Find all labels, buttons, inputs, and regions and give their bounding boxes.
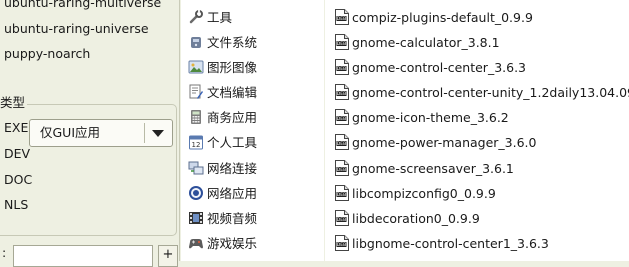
category-item[interactable]: 文件系统	[181, 30, 324, 55]
category-label: 视频音频	[207, 210, 258, 226]
deb-package-icon: DEB	[335, 159, 349, 176]
tools-icon	[188, 9, 204, 25]
deb-package-icon: DEB	[335, 34, 349, 51]
package-label: gnome-icon-theme_3.6.2	[352, 110, 509, 126]
category-item[interactable]: 12 个人工具	[181, 130, 324, 155]
deb-package-icon: DEB	[335, 109, 349, 126]
category-label: 图形图像	[207, 60, 258, 76]
repo-item[interactable]: ubuntu-raring-universe	[0, 16, 177, 42]
search-label: :	[2, 245, 7, 260]
multimedia-icon	[188, 210, 204, 226]
category-item[interactable]: 网络应用	[181, 181, 324, 206]
combo-separator	[144, 123, 145, 143]
deb-package-icon: DEB	[335, 134, 349, 151]
svg-text:DEB: DEB	[337, 66, 346, 72]
repo-list: ubuntu-raring-multiverse ubuntu-raring-u…	[0, 0, 177, 67]
chevron-down-icon[interactable]	[152, 130, 164, 137]
package-item[interactable]: DEB gnome-control-center_3.6.3	[325, 55, 629, 80]
category-item[interactable]: 图形图像	[181, 55, 324, 80]
package-panel: DEB compiz-plugins-default_0.9.9 DEB gno…	[325, 0, 629, 261]
package-label: gnome-calculator_3.8.1	[352, 35, 500, 51]
category-label: 游戏娱乐	[207, 235, 258, 251]
deb-package-icon: DEB	[335, 84, 349, 101]
package-label: libgnome-control-center1_3.6.3	[352, 235, 549, 251]
category-label: 商务应用	[207, 110, 258, 126]
deb-package-icon: DEB	[335, 9, 349, 25]
package-list: DEB compiz-plugins-default_0.9.9 DEB gno…	[325, 5, 629, 256]
package-label: gnome-control-center-unity_1.2daily13.04…	[352, 85, 629, 101]
category-item[interactable]: 工具	[181, 5, 324, 30]
category-item[interactable]: 商务应用	[181, 105, 324, 130]
category-label: 文档编辑	[207, 85, 258, 101]
repo-item[interactable]: ubuntu-raring-multiverse	[0, 0, 177, 16]
package-item[interactable]: DEB libcompizconfig0_0.9.9	[325, 181, 629, 206]
svg-text:DEB: DEB	[337, 117, 346, 123]
category-label: 网络应用	[207, 185, 258, 201]
svg-text:DEB: DEB	[337, 16, 346, 22]
svg-text:12: 12	[192, 141, 201, 149]
package-item[interactable]: DEB libdecoration0_0.9.9	[325, 206, 629, 231]
network-icon	[188, 160, 204, 176]
package-item[interactable]: DEB gnome-calculator_3.8.1	[325, 30, 629, 55]
type-dev-label[interactable]: DEV	[4, 142, 30, 166]
category-list: 工具 文件系统 图形图像 文档编辑 商务应用 12 个人工具 网络连接 网络应用…	[181, 5, 324, 256]
svg-text:DEB: DEB	[337, 41, 346, 47]
category-item[interactable]: 文档编辑	[181, 80, 324, 105]
add-button[interactable]: +	[158, 245, 178, 267]
category-label: 个人工具	[207, 135, 258, 151]
category-label: 文件系统	[207, 35, 258, 51]
svg-text:DEB: DEB	[337, 91, 346, 97]
package-item[interactable]: DEB gnome-power-manager_3.6.0	[325, 130, 629, 155]
deb-package-icon: DEB	[335, 59, 349, 76]
package-item[interactable]: DEB gnome-control-center-unity_1.2daily1…	[325, 80, 629, 105]
package-item[interactable]: DEB compiz-plugins-default_0.9.9	[325, 5, 629, 30]
package-label: gnome-screensaver_3.6.1	[352, 160, 514, 176]
package-label: compiz-plugins-default_0.9.9	[352, 10, 533, 25]
category-item[interactable]: 游戏娱乐	[181, 231, 324, 256]
svg-text:DEB: DEB	[337, 192, 346, 198]
document-icon	[188, 84, 204, 100]
package-label: libcompizconfig0_0.9.9	[352, 185, 496, 201]
filter-combo-value: 仅GUI应用	[40, 125, 101, 140]
filter-combo[interactable]: 仅GUI应用	[29, 119, 173, 147]
package-item[interactable]: DEB libgnome-control-center1_3.6.3	[325, 231, 629, 256]
category-label: 工具	[207, 10, 233, 25]
calendar-icon: 12	[188, 134, 204, 150]
deb-package-icon: DEB	[335, 209, 349, 226]
type-nls-label[interactable]: NLS	[4, 193, 28, 217]
package-label: gnome-control-center_3.6.3	[352, 60, 526, 76]
deb-package-icon: DEB	[335, 184, 349, 201]
pane-divider[interactable]	[179, 0, 180, 261]
calculator-icon	[188, 109, 204, 125]
category-panel: 工具 文件系统 图形图像 文档编辑 商务应用 12 个人工具 网络连接 网络应用…	[181, 0, 324, 261]
search-input[interactable]	[13, 245, 153, 267]
filesystem-icon	[188, 34, 204, 50]
package-label: libdecoration0_0.9.9	[352, 210, 480, 226]
category-item[interactable]: 网络连接	[181, 156, 324, 181]
type-exe-label[interactable]: EXE	[4, 116, 28, 140]
left-panel: ubuntu-raring-multiverse ubuntu-raring-u…	[0, 0, 178, 267]
internet-icon	[188, 185, 204, 201]
graphics-icon	[188, 59, 204, 75]
games-icon	[188, 235, 204, 251]
package-item[interactable]: DEB gnome-screensaver_3.6.1	[325, 156, 629, 181]
svg-text:DEB: DEB	[337, 142, 346, 148]
type-doc-label[interactable]: DOC	[4, 168, 32, 192]
svg-text:DEB: DEB	[337, 217, 346, 223]
package-item[interactable]: DEB gnome-icon-theme_3.6.2	[325, 105, 629, 130]
package-label: gnome-power-manager_3.6.0	[352, 135, 537, 151]
svg-text:DEB: DEB	[337, 167, 346, 173]
deb-package-icon: DEB	[335, 234, 349, 251]
type-group-title: 类型	[0, 95, 28, 111]
repo-item[interactable]: puppy-noarch	[0, 41, 177, 67]
svg-text:DEB: DEB	[337, 242, 346, 248]
category-item[interactable]: 视频音频	[181, 206, 324, 231]
category-label: 网络连接	[207, 160, 258, 176]
